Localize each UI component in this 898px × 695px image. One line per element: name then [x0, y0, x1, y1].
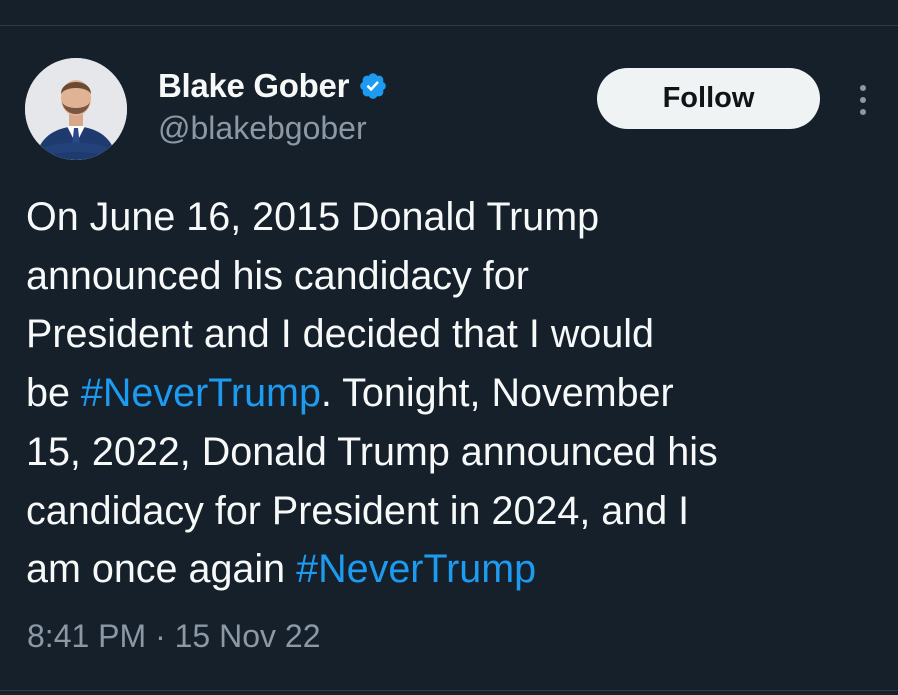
- tweet-line: candidacy for President in 2024, and I: [26, 482, 886, 541]
- tweet-line: am once again #NeverTrump: [26, 540, 886, 599]
- tweet-card: Blake Gober @blakebgober Follow On June …: [0, 0, 898, 695]
- tweet-line: be #NeverTrump. Tonight, November: [26, 364, 886, 423]
- tweet-timestamp[interactable]: 8:41 PM · 15 Nov 22: [27, 618, 320, 655]
- more-dot: [860, 85, 866, 91]
- tweet-text-segment: am once again: [26, 547, 297, 592]
- tweet-line: President and I decided that I would: [26, 305, 886, 364]
- tweet-text-segment: On June 16, 2015 Donald Trump: [26, 195, 600, 239]
- tweet-text: On June 16, 2015 Donald Trump announced h…: [26, 188, 886, 599]
- author-display-name[interactable]: Blake Gober: [158, 67, 349, 105]
- author-name-row: Blake Gober: [158, 66, 388, 106]
- tweet-text-segment: candidacy for President in 2024, and I: [26, 488, 690, 533]
- tweet-line: 15, 2022, Donald Trump announced his: [26, 423, 886, 482]
- more-dot: [860, 109, 866, 115]
- more-dot: [860, 97, 866, 103]
- top-divider: [0, 25, 898, 26]
- tweet-line: On June 16, 2015 Donald Trump: [26, 188, 886, 247]
- tweet-text-segment: be: [26, 371, 81, 416]
- avatar[interactable]: [25, 58, 127, 160]
- tweet-line: announced his candidacy for: [26, 247, 886, 306]
- hashtag-link[interactable]: #NeverTrump: [81, 371, 321, 415]
- hashtag-link[interactable]: #NeverTrump: [296, 547, 536, 591]
- tweet-text-segment: 15, 2022, Donald Trump announced his: [26, 429, 718, 474]
- bottom-divider: [0, 690, 898, 691]
- follow-button[interactable]: Follow: [597, 68, 820, 129]
- tweet-text-segment: President and I decided that I would: [26, 312, 655, 357]
- tweet-text-segment: announced his candidacy for: [26, 253, 529, 298]
- avatar-photo: [25, 58, 127, 160]
- verified-badge-icon[interactable]: [358, 71, 388, 101]
- more-vertical-icon[interactable]: [848, 78, 878, 122]
- author-handle[interactable]: @blakebgober: [158, 110, 367, 147]
- tweet-text-segment: . Tonight, November: [320, 371, 674, 416]
